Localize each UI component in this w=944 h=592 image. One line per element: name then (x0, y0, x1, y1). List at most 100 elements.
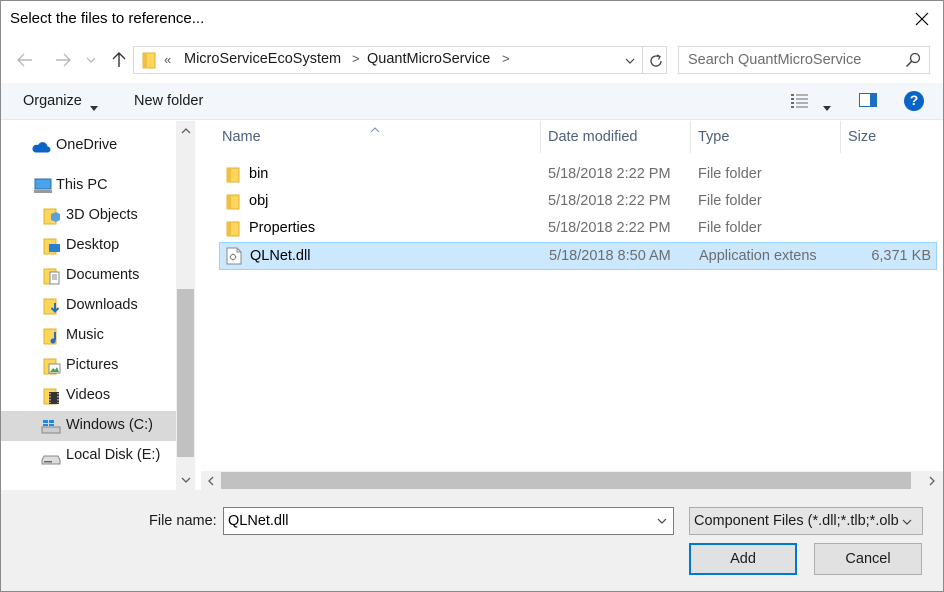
caret-down-icon[interactable] (823, 98, 831, 114)
chevron-right-icon (929, 476, 935, 485)
file-name-label: File name: (149, 513, 217, 529)
sidebar-item-label: Music (66, 327, 104, 343)
column-header-type[interactable]: Type (698, 121, 840, 153)
refresh-button[interactable] (642, 47, 668, 74)
sidebar-item-label: Downloads (66, 297, 138, 313)
command-bar: Organize New folder ? (1, 83, 943, 120)
address-dropdown-button[interactable] (620, 51, 640, 71)
file-name: bin (249, 166, 269, 182)
window-title: Select the files to reference... (10, 10, 205, 27)
recent-locations-button[interactable] (80, 46, 102, 74)
folder-icon (226, 221, 240, 240)
search-box[interactable] (678, 46, 930, 74)
breadcrumb-overflow[interactable]: « (164, 52, 171, 67)
breadcrumb-item[interactable]: MicroServiceEcoSystem (184, 51, 341, 67)
videos-folder-icon (43, 388, 61, 408)
disk-drive-icon (41, 452, 61, 468)
organize-button[interactable]: Organize (23, 93, 82, 109)
file-date: 5/18/2018 2:22 PM (548, 166, 671, 182)
sidebar-scrollbar[interactable] (176, 121, 195, 490)
chevron-down-icon (181, 477, 190, 483)
column-divider[interactable] (540, 121, 541, 153)
column-divider[interactable] (840, 121, 841, 153)
sidebar-item-label: OneDrive (56, 137, 118, 153)
sidebar-item-desktop[interactable]: Desktop (1, 231, 176, 261)
file-row-obj[interactable]: obj 5/18/2018 2:22 PM File folder (218, 189, 936, 215)
column-header-date-modified[interactable]: Date modified (548, 121, 690, 153)
folder-icon (142, 52, 156, 72)
sidebar-item-label: Windows (C:) (66, 417, 154, 433)
file-name-dropdown-button[interactable] (652, 511, 672, 531)
file-row-bin[interactable]: bin 5/18/2018 2:22 PM File folder (218, 162, 936, 188)
pictures-folder-icon (43, 358, 61, 378)
file-type: Application extens (699, 248, 817, 264)
up-button[interactable] (105, 46, 133, 74)
close-icon (915, 12, 929, 26)
column-header-size[interactable]: Size (848, 121, 938, 153)
sidebar-item-pictures[interactable]: Pictures (1, 351, 176, 381)
cancel-button[interactable]: Cancel (814, 543, 922, 575)
chevron-down-icon (625, 58, 635, 64)
breadcrumb-separator[interactable]: > (502, 51, 510, 66)
scroll-right-button[interactable] (922, 471, 941, 490)
onedrive-cloud-icon (31, 140, 51, 156)
file-type-filter-select[interactable]: Component Files (*.dll;*.tlb;*.olb (689, 507, 923, 535)
file-date: 5/18/2018 2:22 PM (548, 220, 671, 236)
file-date: 5/18/2018 2:22 PM (548, 193, 671, 209)
sidebar-item-documents[interactable]: Documents (1, 261, 176, 291)
scroll-up-button[interactable] (176, 121, 195, 141)
file-size: 6,371 KB (871, 248, 931, 264)
sidebar-item-windows-c[interactable]: Windows (C:) (1, 411, 176, 441)
view-options-icon[interactable] (791, 93, 809, 112)
file-name-combo[interactable] (223, 507, 674, 535)
file-list-horizontal-scrollbar[interactable] (201, 471, 943, 490)
help-button[interactable]: ? (904, 91, 924, 114)
chevron-down-icon[interactable] (901, 512, 913, 535)
scroll-down-button[interactable] (176, 470, 195, 490)
scroll-left-button[interactable] (201, 471, 220, 490)
preview-pane-icon[interactable] (859, 92, 877, 111)
forward-button[interactable] (49, 46, 77, 74)
file-row-qlnet-dll[interactable]: QLNet.dll 5/18/2018 8:50 AM Application … (219, 242, 937, 270)
close-button[interactable] (900, 2, 944, 36)
sidebar-item-network[interactable] (1, 481, 176, 490)
add-button[interactable]: Add (689, 543, 797, 575)
computer-icon (33, 178, 53, 197)
file-name: QLNet.dll (250, 248, 311, 264)
sidebar-item-downloads[interactable]: Downloads (1, 291, 176, 321)
file-name-input[interactable] (224, 508, 649, 534)
sidebar-item-label: Local Disk (E:) (66, 447, 161, 463)
file-name: obj (249, 193, 269, 209)
search-icon[interactable] (905, 52, 921, 71)
back-button[interactable] (11, 46, 39, 74)
sidebar-item-videos[interactable]: Videos (1, 381, 176, 411)
scroll-thumb[interactable] (177, 289, 194, 457)
address-bar[interactable]: « MicroServiceEcoSystem > QuantMicroServ… (133, 46, 667, 74)
dll-file-icon (226, 247, 242, 268)
column-header-name[interactable]: Name (222, 121, 540, 153)
sidebar-item-3d-objects[interactable]: 3D Objects (1, 201, 176, 231)
new-folder-button[interactable]: New folder (134, 93, 203, 109)
help-label: ? (909, 92, 919, 108)
chevron-down-icon (657, 518, 667, 524)
breadcrumb-separator[interactable]: > (352, 51, 360, 66)
file-type: File folder (698, 220, 762, 236)
sidebar-item-label: Desktop (66, 237, 120, 253)
breadcrumb-item[interactable]: QuantMicroService (367, 51, 490, 67)
search-input[interactable] (679, 47, 899, 73)
caret-down-icon[interactable] (90, 98, 98, 114)
file-type: File folder (698, 193, 762, 209)
column-divider[interactable] (690, 121, 691, 153)
chevron-left-icon (207, 476, 213, 485)
documents-folder-icon (43, 268, 61, 288)
desktop-folder-icon (43, 238, 61, 258)
scroll-thumb[interactable] (221, 472, 911, 489)
sidebar-item-onedrive[interactable]: OneDrive (1, 131, 176, 161)
file-type-filter-value: Component Files (*.dll;*.tlb;*.olb (694, 513, 899, 529)
file-row-properties[interactable]: Properties 5/18/2018 2:22 PM File folder (218, 216, 936, 242)
sidebar-item-local-disk-e[interactable]: Local Disk (E:) (1, 441, 176, 471)
sidebar-item-this-pc[interactable]: This PC (1, 171, 176, 201)
chevron-up-icon (181, 128, 190, 134)
sidebar-item-music[interactable]: Music (1, 321, 176, 351)
navigation-pane: OneDrive This PC 3D Objects Desktop Docu… (1, 121, 195, 490)
